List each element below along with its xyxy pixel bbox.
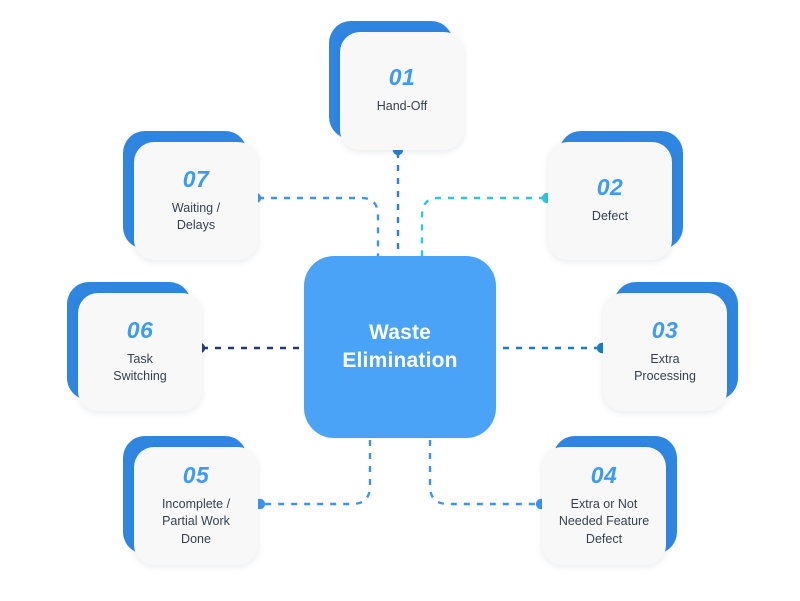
node-number-02: 02 bbox=[596, 174, 624, 201]
node-card-03[interactable]: 03 Extra Processing bbox=[603, 282, 738, 411]
node-face-03: 03 Extra Processing bbox=[603, 293, 727, 411]
node-face-06: 06 Task Switching bbox=[78, 293, 202, 411]
node-label-05: Incomplete / Partial Work Done bbox=[161, 497, 231, 546]
node-card-06[interactable]: 06 Task Switching bbox=[67, 282, 202, 411]
node-label-07: Waiting / Delays bbox=[171, 200, 221, 232]
node-face-07: 07 Waiting / Delays bbox=[134, 142, 258, 260]
node-card-05[interactable]: 05 Incomplete / Partial Work Done bbox=[123, 436, 258, 565]
node-face-01: 01 Hand-Off bbox=[340, 32, 464, 150]
node-number-07: 07 bbox=[182, 165, 210, 192]
node-face-02: 02 Defect bbox=[548, 142, 672, 260]
center-node-waste-elimination[interactable]: Waste Elimination bbox=[304, 256, 496, 438]
node-card-02[interactable]: 02 Defect bbox=[548, 131, 683, 260]
node-number-04: 04 bbox=[590, 462, 618, 489]
node-label-01: Hand-Off bbox=[376, 99, 428, 114]
node-face-05: 05 Incomplete / Partial Work Done bbox=[134, 447, 258, 565]
node-number-01: 01 bbox=[388, 64, 416, 91]
connector-02 bbox=[420, 196, 545, 258]
center-node-label: Waste Elimination bbox=[342, 321, 458, 372]
connector-04 bbox=[428, 440, 539, 506]
connector-05 bbox=[262, 440, 372, 506]
node-label-04: Extra or Not Needed Feature Defect bbox=[558, 497, 650, 546]
node-number-03: 03 bbox=[651, 316, 679, 343]
node-label-06: Task Switching bbox=[113, 351, 167, 383]
connector-07 bbox=[258, 196, 380, 258]
node-card-07[interactable]: 07 Waiting / Delays bbox=[123, 131, 258, 260]
node-card-01[interactable]: 01 Hand-Off bbox=[329, 21, 464, 150]
node-number-06: 06 bbox=[126, 316, 154, 343]
node-label-02: Defect bbox=[591, 209, 629, 224]
node-face-04: 04 Extra or Not Needed Feature Defect bbox=[542, 447, 666, 565]
node-label-03: Extra Processing bbox=[634, 351, 696, 383]
node-card-04[interactable]: 04 Extra or Not Needed Feature Defect bbox=[542, 436, 677, 565]
diagram-canvas: Waste Elimination 01 Hand-Off 02 Defect … bbox=[0, 0, 800, 601]
node-number-05: 05 bbox=[182, 462, 210, 489]
